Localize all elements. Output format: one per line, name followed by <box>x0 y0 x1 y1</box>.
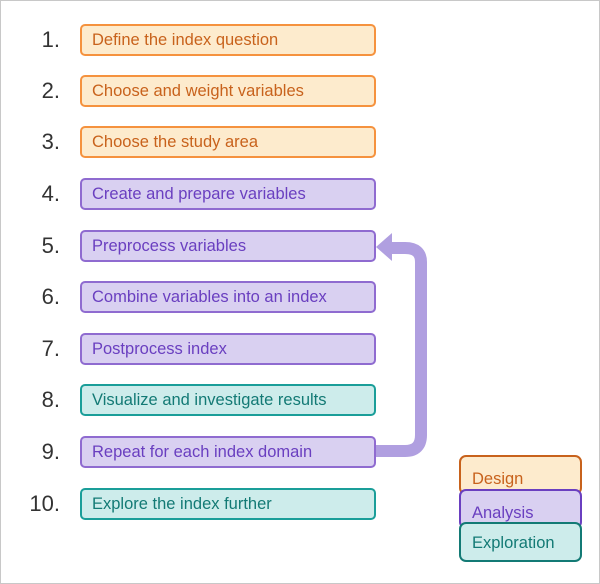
step-box-analysis: Repeat for each index domain <box>80 436 376 468</box>
step-number: 10. <box>29 491 60 516</box>
step-box-design: Choose the study area <box>80 126 376 158</box>
step-box-analysis: Preprocess variables <box>80 230 376 262</box>
step-number: 7. <box>41 336 60 361</box>
step-number: 5. <box>41 233 60 258</box>
step-number: 4. <box>41 181 60 206</box>
step-number: 8. <box>41 387 60 412</box>
step-number: 1. <box>41 27 60 52</box>
step-box-design: Choose and weight variables <box>80 75 376 107</box>
step-number: 2. <box>41 78 60 103</box>
step-box-analysis: Combine variables into an index <box>80 281 376 313</box>
loop-arrow-line <box>376 242 427 457</box>
step-number: 6. <box>41 284 60 309</box>
step-box-analysis: Create and prepare variables <box>80 178 376 210</box>
step-box-exploration: Visualize and investigate results <box>80 384 376 416</box>
step-box-design: Define the index question <box>80 24 376 56</box>
loop-arrow-head <box>376 233 392 261</box>
step-number: 9. <box>41 439 60 464</box>
step-number: 3. <box>41 129 60 154</box>
step-box-exploration: Explore the index further <box>80 488 376 520</box>
step-box-analysis: Postprocess index <box>80 333 376 365</box>
legend-item-exploration: Exploration <box>459 522 582 562</box>
